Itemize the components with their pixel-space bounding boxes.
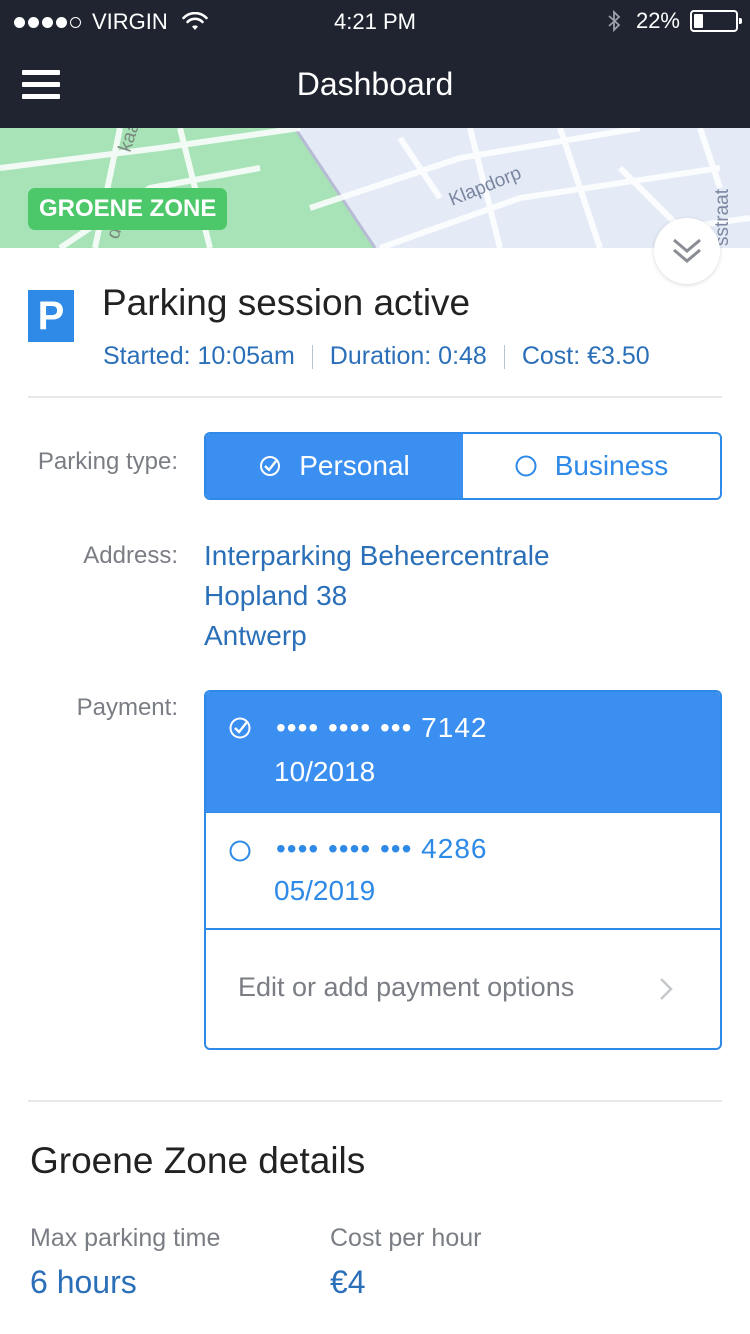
session-meta: Started: 10:05am Duration: 0:48 Cost: €3… bbox=[103, 342, 650, 371]
session-cost: Cost: €3.50 bbox=[521, 342, 650, 370]
parking-icon: P bbox=[28, 290, 74, 342]
radio-empty-icon bbox=[229, 840, 251, 862]
address-line: Interparking Beheercentrale bbox=[204, 540, 550, 571]
parking-type-business[interactable]: Business bbox=[463, 434, 720, 498]
zone-map[interactable]: kaai da Klapdorp sstraat GROENE ZONE bbox=[0, 128, 750, 248]
payment-label: Payment: bbox=[76, 694, 178, 721]
card-number: •••• •••• ••• 7142 bbox=[276, 712, 488, 743]
zone-badge: GROENE ZONE bbox=[28, 188, 228, 230]
battery-icon bbox=[690, 10, 742, 32]
edit-payment-options-button[interactable]: Edit or add payment options bbox=[206, 930, 720, 1048]
check-circle-icon bbox=[229, 717, 251, 739]
battery-level-fill bbox=[694, 14, 703, 28]
session-started: Started: 10:05am bbox=[103, 342, 295, 370]
meta-separator bbox=[503, 344, 505, 369]
meta-separator bbox=[311, 344, 313, 369]
cost-per-hour-value: €4 bbox=[330, 1264, 366, 1300]
max-parking-time-value: 6 hours bbox=[30, 1264, 137, 1300]
nav-bar: Dashboard bbox=[0, 40, 750, 128]
card-number: •••• •••• ••• 4286 bbox=[276, 833, 488, 864]
parking-type-business-label: Business bbox=[554, 450, 669, 481]
status-bar: VIRGIN 4:21 PM 22% bbox=[0, 0, 750, 40]
radio-empty-icon bbox=[515, 455, 537, 477]
collapse-map-button[interactable] bbox=[654, 218, 720, 284]
edit-payment-label: Edit or add payment options bbox=[238, 972, 575, 1002]
status-right: 22% bbox=[606, 8, 742, 34]
parking-type-label: Parking type: bbox=[37, 448, 178, 475]
chevron-right-icon bbox=[660, 978, 673, 1000]
session-duration: Duration: 0:48 bbox=[329, 342, 487, 370]
session-title: Parking session active bbox=[102, 282, 471, 323]
zone-details-title: Groene Zone details bbox=[30, 1140, 366, 1181]
check-circle-icon bbox=[260, 456, 281, 476]
page-title: Dashboard bbox=[296, 66, 454, 102]
battery-percent: 22% bbox=[635, 8, 680, 33]
card-expiry: 10/2018 bbox=[274, 756, 376, 787]
parking-type-personal[interactable]: Personal bbox=[206, 434, 463, 498]
divider bbox=[28, 396, 722, 398]
divider bbox=[28, 1100, 722, 1102]
payment-options: •••• •••• ••• 7142 10/2018 •••• •••• •••… bbox=[204, 690, 722, 1050]
bluetooth-icon bbox=[608, 9, 621, 33]
card-expiry: 05/2019 bbox=[274, 875, 376, 906]
parking-type-toggle: Personal Business bbox=[204, 432, 722, 500]
address-line: Antwerp bbox=[204, 620, 307, 651]
payment-card-4286[interactable]: •••• •••• ••• 4286 05/2019 bbox=[206, 812, 720, 930]
address-line: Hopland 38 bbox=[204, 580, 348, 611]
parking-type-personal-label: Personal bbox=[299, 450, 410, 481]
max-parking-time-label: Max parking time bbox=[30, 1224, 221, 1252]
double-chevron-down-icon bbox=[673, 238, 701, 263]
address-value: Interparking Beheercentrale Hopland 38 A… bbox=[204, 536, 550, 656]
cost-per-hour-label: Cost per hour bbox=[330, 1224, 482, 1252]
payment-card-7142[interactable]: •••• •••• ••• 7142 10/2018 bbox=[206, 692, 720, 812]
address-label: Address: bbox=[83, 542, 178, 569]
